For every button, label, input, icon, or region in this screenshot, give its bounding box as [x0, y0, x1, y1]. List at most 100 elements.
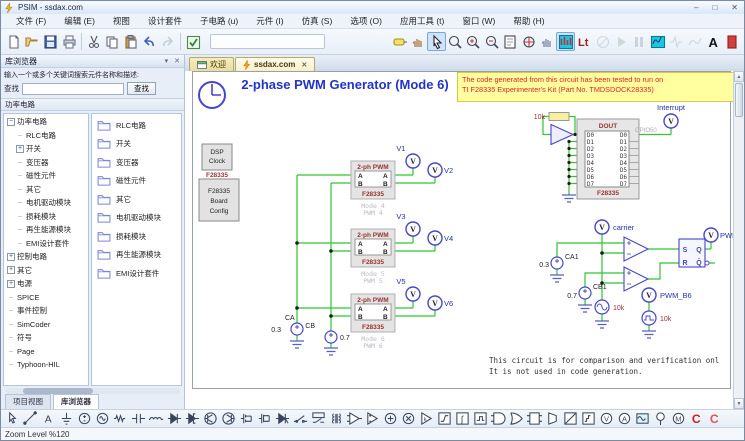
folder-item-8[interactable]: 再生能源模块	[92, 246, 181, 265]
schematic-canvas[interactable]: The code generated from this circuit has…	[185, 71, 733, 409]
dc-source-cb[interactable]: CB 0.7	[305, 323, 350, 343]
pwm-block-1[interactable]: 2-ph PWM A A B B F28335 Mode 4 PWM 4	[351, 161, 395, 217]
dout-block[interactable]: DOUT D0D0D1D1D2D2D3D3D4D4D5D5D6D6D7D7 F2…	[577, 119, 639, 199]
close-button[interactable]: ✕	[731, 3, 738, 13]
text-tool-icon[interactable]: A	[704, 32, 722, 51]
folder-item-6[interactable]: 电机驱动模块	[92, 209, 181, 228]
zoom-in-icon[interactable]	[464, 32, 482, 51]
element-ammeter-icon[interactable]: A	[615, 410, 633, 427]
element-adc-icon[interactable]	[561, 410, 579, 427]
undo-icon[interactable]	[140, 32, 158, 51]
tree-item-15[interactable]: –事件控制	[4, 304, 88, 318]
tree-item-7[interactable]: –电机驱动模块	[4, 196, 88, 210]
wave-meter-icon[interactable]	[686, 32, 704, 51]
element-scope-icon[interactable]	[633, 410, 651, 427]
feedback-resistor[interactable]: 10k	[534, 113, 569, 122]
element-dc-source-icon[interactable]	[75, 410, 93, 427]
minimize-button[interactable]: –	[694, 3, 698, 13]
element-comparator-icon[interactable]	[363, 410, 381, 427]
zoom-area-icon[interactable]	[520, 32, 538, 51]
menu-item-9[interactable]: 应用工具 (t)	[391, 14, 453, 28]
folder-item-7[interactable]: 损耗模块	[92, 227, 181, 246]
menu-item-11[interactable]: 帮助 (H)	[504, 14, 553, 28]
probe-interrupt[interactable]: V Interrupt	[657, 103, 686, 128]
folder-item-1[interactable]: RLC电路	[92, 116, 181, 135]
tree-item-8[interactable]: –损耗模块	[4, 210, 88, 224]
probe-pwm[interactable]: V PWM	[704, 228, 733, 242]
stop-simulation-icon[interactable]	[593, 32, 611, 51]
element-inductor-icon[interactable]	[147, 410, 165, 427]
dc-source-ca[interactable]: CA 0.3	[271, 315, 303, 335]
element-pnp-icon[interactable]	[219, 410, 237, 427]
pause-icon[interactable]	[630, 32, 648, 51]
menu-item-8[interactable]: 选项 (O)	[341, 14, 391, 28]
tree-item-3[interactable]: +开关	[4, 142, 88, 156]
print-icon[interactable]	[59, 32, 77, 51]
comparator-1[interactable]	[624, 237, 648, 261]
tree-item-17[interactable]: –符号	[4, 331, 88, 345]
open-file-icon[interactable]	[22, 32, 40, 51]
element-c-script-icon[interactable]: C	[705, 410, 723, 427]
copy-icon[interactable]	[103, 32, 121, 51]
element-wire-icon[interactable]	[21, 410, 39, 427]
zoom-icon[interactable]	[446, 32, 464, 51]
element-voltmeter-icon[interactable]: V	[597, 410, 615, 427]
element-gate-and-icon[interactable]	[489, 410, 507, 427]
element-transformer-icon[interactable]	[327, 410, 345, 427]
tree-hscrollbar[interactable]	[5, 388, 180, 394]
sidebar-tab-2[interactable]: 库浏览器	[53, 394, 99, 409]
element-sum-icon[interactable]	[381, 410, 399, 427]
clipboard-red-icon[interactable]	[722, 32, 740, 51]
tree-item-10[interactable]: –EMI设计套件	[4, 237, 88, 251]
redo-icon[interactable]	[158, 32, 176, 51]
element-resistor-icon[interactable]	[111, 410, 129, 427]
tab-welcome[interactable]: 欢迎	[189, 57, 234, 71]
element-mult-icon[interactable]	[399, 410, 417, 427]
element-relay-icon[interactable]	[309, 410, 327, 427]
wave-display-icon[interactable]	[667, 32, 685, 51]
probe-v6[interactable]: V V6	[428, 296, 453, 310]
folder-item-9[interactable]: EMI设计套件	[92, 264, 181, 283]
canvas-vscrollbar[interactable]: ▲ ▼	[733, 71, 744, 409]
paste-icon[interactable]	[122, 32, 140, 51]
tree-item-12[interactable]: +其它	[4, 264, 88, 278]
element-ac-source-icon[interactable]	[93, 410, 111, 427]
select-cursor-icon[interactable]	[427, 32, 445, 51]
save-file-icon[interactable]	[41, 32, 59, 51]
search-button[interactable]: 查找	[127, 82, 156, 95]
tree-expander-icon[interactable]: +	[7, 280, 15, 288]
tree-expander-icon[interactable]: +	[7, 253, 15, 261]
pwm-block-3[interactable]: 2-ph PWM A A B B F28335 Mode 6 PWM 6	[351, 294, 395, 350]
dsp-clock-block[interactable]: DSP Clock F28335	[202, 144, 232, 179]
menu-item-2[interactable]: 编辑 (E)	[55, 14, 104, 28]
play-icon[interactable]	[612, 32, 630, 51]
square-source[interactable]: 10k	[642, 311, 672, 325]
dc-source-ca1[interactable]: CA1 0.3	[539, 254, 578, 269]
tab-close-icon[interactable]: ✕	[301, 61, 307, 69]
tree-item-5[interactable]: –磁性元件	[4, 169, 88, 183]
menu-item-5[interactable]: 子电路 (u)	[191, 14, 247, 28]
tree-expander-icon[interactable]: +	[16, 145, 24, 153]
element-switch-icon[interactable]	[291, 410, 309, 427]
element-sample-hold-icon[interactable]	[471, 410, 489, 427]
element-npn-icon[interactable]	[201, 410, 219, 427]
wire-label-icon[interactable]	[391, 32, 409, 51]
element-label-icon[interactable]: A	[39, 410, 57, 427]
address-box[interactable]	[210, 34, 324, 49]
sidebar-tab-1[interactable]: 项目视图	[5, 394, 51, 409]
tree-expander-icon[interactable]: −	[7, 118, 15, 126]
element-gate-or-icon[interactable]	[507, 410, 525, 427]
probe-v1[interactable]: V V1	[396, 144, 420, 168]
pan-hand-icon[interactable]	[409, 32, 427, 51]
element-select-icon[interactable]	[3, 410, 21, 427]
tree-item-11[interactable]: +控制电路	[4, 250, 88, 264]
sr-flipflop[interactable]: S Q R Q̄	[679, 239, 709, 267]
element-probe-icon[interactable]	[651, 410, 669, 427]
element-nmos-icon[interactable]	[237, 410, 255, 427]
menu-item-10[interactable]: 窗口 (W)	[453, 14, 504, 28]
lt-simcoder-icon[interactable]: Lt	[575, 32, 593, 51]
menu-item-7[interactable]: 仿真 (S)	[293, 14, 342, 28]
tree-item-1[interactable]: −功率电路	[4, 115, 88, 129]
element-flipflop-icon[interactable]	[525, 410, 543, 427]
folder-item-5[interactable]: 其它	[92, 190, 181, 209]
